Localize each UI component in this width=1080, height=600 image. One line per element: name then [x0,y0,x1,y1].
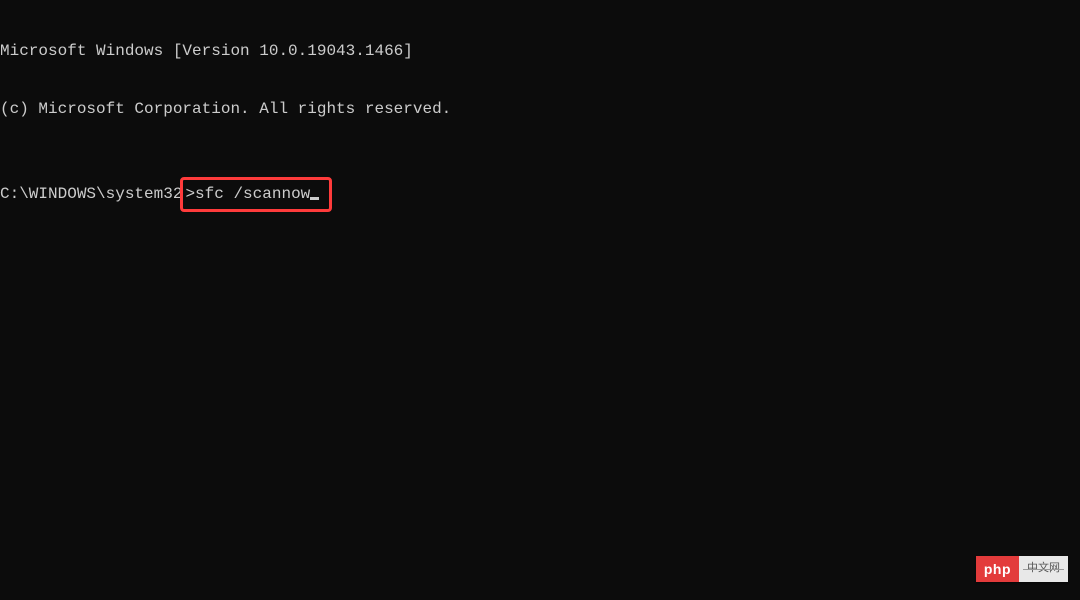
prompt-line: C:\WINDOWS\system32 > sfc /scannow [0,177,1080,212]
watermark-left: php [976,556,1019,582]
text-cursor [310,197,319,200]
watermark-badge: php 中文网 [976,556,1068,582]
watermark-right: 中文网 [1019,556,1068,582]
copyright-line: (c) Microsoft Corporation. All rights re… [0,100,1080,119]
prompt-symbol: > [185,185,195,204]
highlighted-command: > sfc /scannow [180,177,332,212]
command-input[interactable]: sfc /scannow [195,185,310,204]
version-line: Microsoft Windows [Version 10.0.19043.14… [0,42,1080,61]
terminal-output[interactable]: Microsoft Windows [Version 10.0.19043.14… [0,0,1080,231]
prompt-path: C:\WINDOWS\system32 [0,185,182,204]
